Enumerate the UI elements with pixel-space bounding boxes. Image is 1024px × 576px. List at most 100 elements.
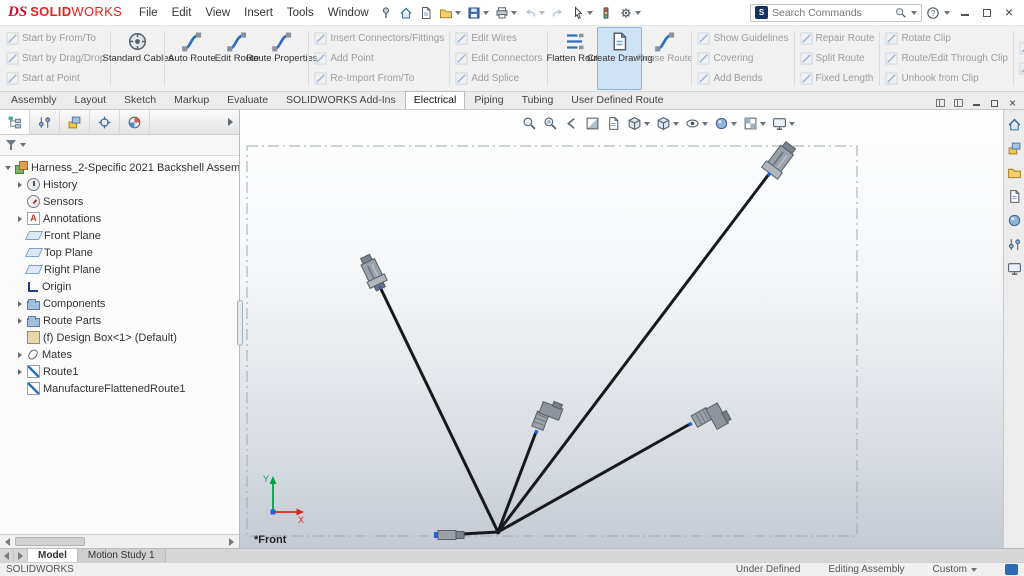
cable-segment[interactable]: [498, 432, 536, 532]
pane-left-button[interactable]: [934, 97, 947, 109]
tree-filter-row[interactable]: [0, 135, 239, 156]
view-settings-button[interactable]: [770, 114, 797, 133]
edit-appearance-button[interactable]: [712, 114, 739, 133]
start-at-point-button[interactable]: Start at Point: [6, 69, 105, 88]
edit-wires-button[interactable]: Edit Wires: [455, 29, 542, 48]
home-button[interactable]: [396, 3, 416, 23]
tab-assembly[interactable]: Assembly: [2, 91, 66, 109]
help-button[interactable]: [922, 3, 944, 23]
add-splice-button[interactable]: Add Splice: [455, 69, 542, 88]
previous-view-button[interactable]: [562, 114, 581, 133]
line-button[interactable]: Line: [1019, 39, 1024, 58]
start-by-dragdrop-button[interactable]: Start by Drag/Drop: [6, 49, 105, 68]
unit-system-selector[interactable]: Custom: [933, 564, 977, 575]
help-chevron-icon[interactable]: [944, 11, 950, 15]
tab-scroll-left-button[interactable]: [0, 549, 14, 562]
zoom-to-fit-button[interactable]: [520, 114, 539, 133]
chevron-down-icon[interactable]: [587, 11, 593, 15]
tab-tubing[interactable]: Tubing: [513, 91, 563, 109]
solidworks-resources-button[interactable]: [1007, 117, 1022, 132]
tree-item-front-plane[interactable]: Front Plane: [0, 227, 239, 244]
tab-markup[interactable]: Markup: [165, 91, 218, 109]
tree-item-annotations[interactable]: Annotations: [0, 210, 239, 227]
open-button[interactable]: [436, 3, 464, 23]
tab-solidworks-addins[interactable]: SOLIDWORKS Add-Ins: [277, 91, 405, 109]
tab-layout[interactable]: Layout: [66, 91, 116, 109]
cable-segment[interactable]: [462, 532, 498, 534]
solidworks-forum-button[interactable]: [1007, 261, 1022, 276]
pane-right-button[interactable]: [952, 97, 965, 109]
menu-insert[interactable]: Insert: [237, 3, 280, 23]
split-route-button[interactable]: Split Route: [800, 49, 875, 68]
tab-electrical[interactable]: Electrical: [405, 91, 466, 109]
tree-item-components[interactable]: Components: [0, 295, 239, 312]
view-orientation-button[interactable]: [625, 114, 652, 133]
chevron-down-icon[interactable]: [731, 122, 737, 126]
panel-horizontal-scrollbar[interactable]: [0, 534, 239, 548]
start-by-fromto-button[interactable]: Start by From/To: [6, 29, 105, 48]
menu-file[interactable]: File: [132, 3, 165, 23]
apply-scene-button[interactable]: [741, 114, 768, 133]
connector-upper-left[interactable]: [357, 252, 390, 293]
panel-splitter-grip[interactable]: [237, 300, 243, 346]
undo-button[interactable]: [520, 3, 548, 23]
scrollbar-thumb[interactable]: [15, 537, 85, 546]
design-library-button[interactable]: [1007, 141, 1022, 156]
section-view-button[interactable]: [583, 114, 602, 133]
search-commands-box[interactable]: [750, 4, 922, 22]
tree-item-right-plane[interactable]: Right Plane: [0, 261, 239, 278]
harness-3d-scene[interactable]: Y X: [240, 110, 1003, 548]
menu-view[interactable]: View: [198, 3, 237, 23]
chevron-down-icon[interactable]: [539, 11, 545, 15]
tab-motion-study-1[interactable]: Motion Study 1: [78, 549, 166, 562]
tab-displaymanager[interactable]: [120, 110, 150, 134]
tree-item-mates[interactable]: Mates: [0, 346, 239, 363]
edit-connectors-button[interactable]: Edit Connectors: [455, 49, 542, 68]
search-input[interactable]: [772, 7, 891, 19]
reuse-route-button[interactable]: Reuse Route: [642, 27, 687, 90]
tab-configurationmanager[interactable]: [60, 110, 90, 134]
spline-button[interactable]: Spline: [1019, 59, 1024, 78]
zoom-to-area-button[interactable]: [541, 114, 560, 133]
tab-evaluate[interactable]: Evaluate: [218, 91, 277, 109]
maximize-button[interactable]: [976, 3, 998, 23]
tab-user-defined-route[interactable]: User Defined Route: [562, 91, 672, 109]
add-bends-button[interactable]: Add Bends: [697, 69, 788, 88]
chevron-down-icon[interactable]: [455, 11, 461, 15]
fixed-length-button[interactable]: Fixed Length: [800, 69, 875, 88]
reimport-fromto-button[interactable]: Re-Import From/To: [314, 69, 444, 88]
menu-window[interactable]: Window: [321, 3, 376, 23]
scroll-right-button[interactable]: [224, 535, 239, 548]
redo-button[interactable]: [548, 3, 568, 23]
tree-item-top-plane[interactable]: Top Plane: [0, 244, 239, 261]
close-button[interactable]: [998, 3, 1020, 23]
standard-cables-button[interactable]: Standard Cables: [115, 27, 160, 90]
rotate-clip-button[interactable]: Rotate Clip: [885, 29, 1008, 48]
chevron-down-icon[interactable]: [483, 11, 489, 15]
rebuild-button[interactable]: [596, 3, 616, 23]
filter-funnel-icon[interactable]: [5, 139, 17, 151]
panel-flyout-button[interactable]: [221, 110, 239, 134]
minimize-button[interactable]: [954, 3, 976, 23]
save-button[interactable]: [464, 3, 492, 23]
file-explorer-button[interactable]: [1007, 165, 1022, 180]
graphics-viewport[interactable]: Y X *Front: [240, 110, 1003, 548]
tree-item-route-parts[interactable]: Route Parts: [0, 312, 239, 329]
chevron-down-icon[interactable]: [911, 11, 917, 15]
show-guidelines-button[interactable]: Show Guidelines: [697, 29, 788, 48]
chevron-down-icon[interactable]: [20, 143, 26, 147]
auto-route-button[interactable]: Auto Route: [169, 27, 214, 90]
route-properties-button[interactable]: Route Properties: [259, 27, 304, 90]
display-style-button[interactable]: [654, 114, 681, 133]
pin-menu-button[interactable]: [376, 3, 396, 23]
create-drawing-button[interactable]: Create Drawing: [597, 27, 642, 90]
route-point-marker[interactable]: [434, 532, 438, 538]
tree-item-manufacture-flattened-route1[interactable]: ManufactureFlattenedRoute1: [0, 380, 239, 397]
doc-minimize-button[interactable]: [970, 97, 983, 109]
chevron-down-icon[interactable]: [511, 11, 517, 15]
connector-middle-elbow[interactable]: [530, 397, 564, 439]
covering-button[interactable]: Covering: [697, 49, 788, 68]
menu-tools[interactable]: Tools: [280, 3, 321, 23]
connector-right-elbow[interactable]: [686, 400, 732, 441]
menu-edit[interactable]: Edit: [165, 3, 199, 23]
